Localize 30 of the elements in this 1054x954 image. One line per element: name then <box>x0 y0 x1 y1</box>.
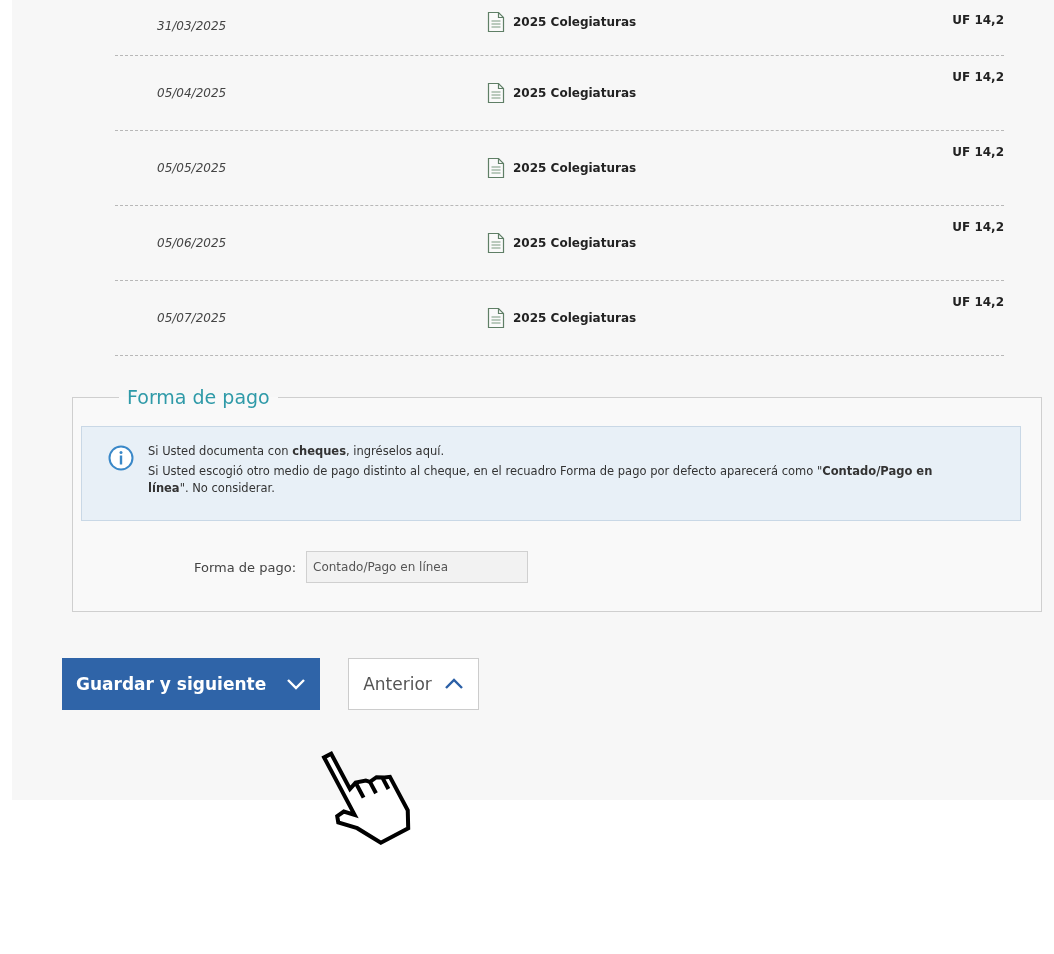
document-icon <box>487 157 505 179</box>
section-legend: Forma de pago <box>119 386 278 408</box>
chevron-down-icon <box>286 678 307 690</box>
info-text: Si Usted documenta con cheques, ingréselos aquí. <box>148 443 446 460</box>
payment-description: 2025 Colegiaturas <box>513 161 637 175</box>
payment-description: 2025 Colegiaturas <box>513 86 637 100</box>
document-icon <box>487 232 505 254</box>
save-next-button[interactable]: Guardar y siguiente <box>62 658 321 710</box>
payment-amount: UF 14,2 <box>952 70 1004 84</box>
field-label: Forma de pago: <box>194 559 297 575</box>
chevron-up-icon <box>443 678 464 690</box>
payment-date: 05/04/2025 <box>156 86 228 100</box>
document-icon <box>487 11 505 33</box>
payment-date: 05/07/2025 <box>156 311 228 325</box>
info-text: Si Usted escogió otro medio de pago distinto al cheque, en el recuadro Forma de pago por defecto aparecerá como "Contado/Pago en línea". No considerar. <box>148 463 934 497</box>
document-icon <box>487 307 505 329</box>
payment-method-field[interactable]: Contado/Pago en línea <box>306 551 529 583</box>
payment-description: 2025 Colegiaturas <box>513 311 637 325</box>
payment-amount: UF 14,2 <box>952 295 1004 309</box>
payment-amount: UF 14,2 <box>952 13 1004 27</box>
previous-button[interactable]: Anterior <box>348 658 479 710</box>
info-icon <box>108 445 134 471</box>
payment-amount: UF 14,2 <box>952 220 1004 234</box>
payment-date: 05/06/2025 <box>156 236 228 250</box>
document-icon <box>487 82 505 104</box>
payment-date: 31/03/2025 <box>156 19 228 33</box>
payment-amount: UF 14,2 <box>952 145 1004 159</box>
payment-date: 05/05/2025 <box>156 161 228 175</box>
payment-description: 2025 Colegiaturas <box>513 15 637 29</box>
payment-description: 2025 Colegiaturas <box>513 236 637 250</box>
